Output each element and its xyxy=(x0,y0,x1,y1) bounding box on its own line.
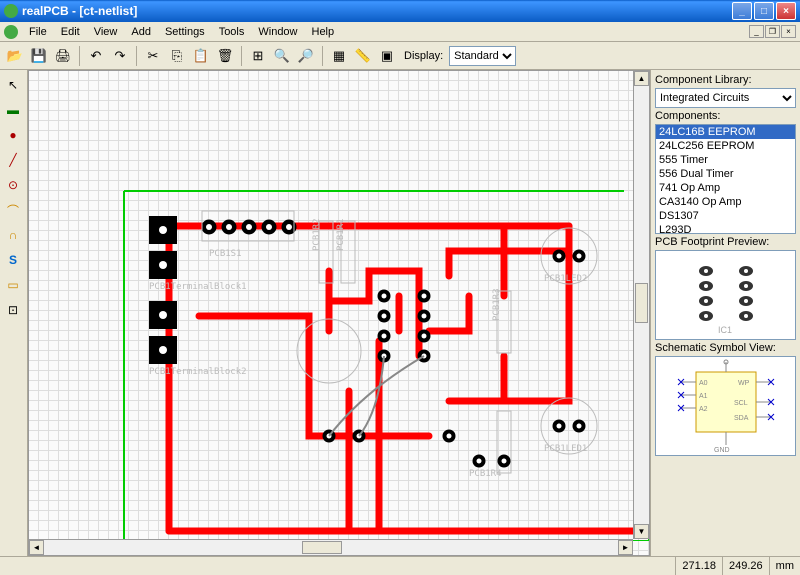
fill-tool[interactable]: ▭ xyxy=(2,274,24,296)
save-button[interactable]: 💾 xyxy=(28,45,50,67)
menu-settings[interactable]: Settings xyxy=(158,24,212,40)
list-item[interactable]: 741 Op Amp xyxy=(656,181,795,195)
components-label: Components: xyxy=(655,110,796,122)
paste-button[interactable]: 📋 xyxy=(190,45,212,67)
mdi-minimize-button[interactable]: _ xyxy=(749,25,764,38)
menu-help[interactable]: Help xyxy=(305,24,342,40)
app-icon xyxy=(4,4,18,18)
title-bar: realPCB - [ct-netlist] _ □ × xyxy=(0,0,800,22)
vertical-scrollbar[interactable]: ▲ ▼ xyxy=(633,71,649,539)
svg-text:PCB1TerminalBlock1: PCB1TerminalBlock1 xyxy=(149,282,247,292)
zoom-fit-button[interactable]: ⊞ xyxy=(247,45,269,67)
arc-tool[interactable]: ⌒ xyxy=(2,199,24,221)
status-unit: mm xyxy=(769,557,800,575)
svg-text:PCB1R4: PCB1R4 xyxy=(469,469,502,479)
print-button[interactable]: 🖨 xyxy=(52,45,74,67)
menu-file[interactable]: File xyxy=(22,24,54,40)
component-panel: Component Library: Integrated Circuits C… xyxy=(650,70,800,556)
mdi-restore-button[interactable]: ❐ xyxy=(765,25,780,38)
list-item[interactable]: L293D xyxy=(656,223,795,234)
list-item[interactable]: 24LC256 EEPROM xyxy=(656,139,795,153)
redo-button[interactable]: ↷ xyxy=(109,45,131,67)
menu-tools[interactable]: Tools xyxy=(212,24,252,40)
svg-text:PCB1LED1: PCB1LED1 xyxy=(544,444,587,454)
library-label: Component Library: xyxy=(655,74,796,86)
svg-text:PCB1R3: PCB1R3 xyxy=(492,288,502,321)
svg-text:A2: A2 xyxy=(699,406,708,413)
delete-button[interactable]: 🗑 xyxy=(214,45,236,67)
select-tool[interactable]: ↖ xyxy=(2,74,24,96)
horizontal-scrollbar[interactable]: ◄ ► xyxy=(29,539,633,555)
svg-text:PCB1S1: PCB1S1 xyxy=(209,249,242,259)
scroll-right-button[interactable]: ► xyxy=(618,540,633,555)
scroll-up-button[interactable]: ▲ xyxy=(634,71,649,86)
symbol-view: A0 A1 A2 WP SCL SDA GND xyxy=(655,356,796,456)
mdi-close-button[interactable]: × xyxy=(781,25,796,38)
scroll-down-button[interactable]: ▼ xyxy=(634,524,649,539)
list-item[interactable]: 555 Timer xyxy=(656,153,795,167)
display-select[interactable]: Standard xyxy=(449,46,516,66)
gerber-tool[interactable]: ⊡ xyxy=(2,299,24,321)
svg-text:SCL: SCL xyxy=(734,400,748,407)
components-list[interactable]: 24LC16B EEPROM 24LC256 EEPROM 555 Timer … xyxy=(655,124,796,234)
menu-view[interactable]: View xyxy=(87,24,125,40)
copy-button[interactable]: ⎘ xyxy=(166,45,188,67)
list-item[interactable]: DS1307 xyxy=(656,209,795,223)
svg-text:PCB1R1: PCB1R1 xyxy=(336,218,346,251)
pcb-canvas[interactable]: PCB1S1 PCB1R2 PCB1R1 PCB1R3 PCB1R4 PCB1T… xyxy=(28,70,650,556)
list-item[interactable]: 556 Dual Timer xyxy=(656,167,795,181)
menu-add[interactable]: Add xyxy=(124,24,158,40)
footprint-preview: IC1 xyxy=(655,250,796,340)
left-toolbox: ↖ ▬ ● ╱ ⊙ ⌒ ∩ S ▭ ⊡ xyxy=(0,70,28,556)
svg-text:IC1: IC1 xyxy=(718,325,732,335)
pad-tool[interactable]: ● xyxy=(2,124,24,146)
footprint-label: PCB Footprint Preview: xyxy=(655,236,796,248)
svg-text:WP: WP xyxy=(738,380,750,387)
maximize-button[interactable]: □ xyxy=(754,2,774,20)
svg-text:A1: A1 xyxy=(699,393,708,400)
svg-text:A0: A0 xyxy=(699,380,708,387)
cut-button[interactable]: ✂ xyxy=(142,45,164,67)
svg-text:GND: GND xyxy=(714,447,730,454)
track-tool[interactable]: ╱ xyxy=(2,149,24,171)
via-tool[interactable]: ⊙ xyxy=(2,174,24,196)
close-button[interactable]: × xyxy=(776,2,796,20)
library-select[interactable]: Integrated Circuits xyxy=(655,88,796,108)
zoom-in-button[interactable]: 🔍 xyxy=(271,45,293,67)
svg-text:PCB1LED2: PCB1LED2 xyxy=(544,274,587,284)
layer-button[interactable]: ▣ xyxy=(376,45,398,67)
menu-edit[interactable]: Edit xyxy=(54,24,87,40)
status-bar: 271.18 249.26 mm xyxy=(0,556,800,575)
menu-bar: File Edit View Add Settings Tools Window… xyxy=(0,22,800,42)
scroll-left-button[interactable]: ◄ xyxy=(29,540,44,555)
arc2-tool[interactable]: ∩ xyxy=(2,224,24,246)
component-tool[interactable]: ▬ xyxy=(2,99,24,121)
pcb-svg: PCB1S1 PCB1R2 PCB1R1 PCB1R3 PCB1R4 PCB1T… xyxy=(29,71,649,541)
doc-icon xyxy=(4,25,18,39)
menu-window[interactable]: Window xyxy=(251,24,304,40)
grid-button[interactable]: ▦ xyxy=(328,45,350,67)
list-item[interactable]: CA3140 Op Amp xyxy=(656,195,795,209)
undo-button[interactable]: ↶ xyxy=(85,45,107,67)
status-x: 271.18 xyxy=(675,557,722,575)
toolbar: 📂 💾 🖨 ↶ ↷ ✂ ⎘ 📋 🗑 ⊞ 🔍 🔎 ▦ 📏 ▣ Display: S… xyxy=(0,42,800,70)
symbol-label: Schematic Symbol View: xyxy=(655,342,796,354)
svg-text:PCB1R2: PCB1R2 xyxy=(312,218,322,251)
shape-tool[interactable]: S xyxy=(2,249,24,271)
window-title: realPCB - [ct-netlist] xyxy=(22,4,732,18)
zoom-out-button[interactable]: 🔎 xyxy=(295,45,317,67)
list-item[interactable]: 24LC16B EEPROM xyxy=(656,125,795,139)
svg-text:SDA: SDA xyxy=(734,415,749,422)
minimize-button[interactable]: _ xyxy=(732,2,752,20)
ruler-button[interactable]: 📏 xyxy=(352,45,374,67)
svg-text:PCB1TerminalBlock2: PCB1TerminalBlock2 xyxy=(149,367,247,377)
status-y: 249.26 xyxy=(722,557,769,575)
open-button[interactable]: 📂 xyxy=(4,45,26,67)
display-label: Display: xyxy=(404,50,443,62)
